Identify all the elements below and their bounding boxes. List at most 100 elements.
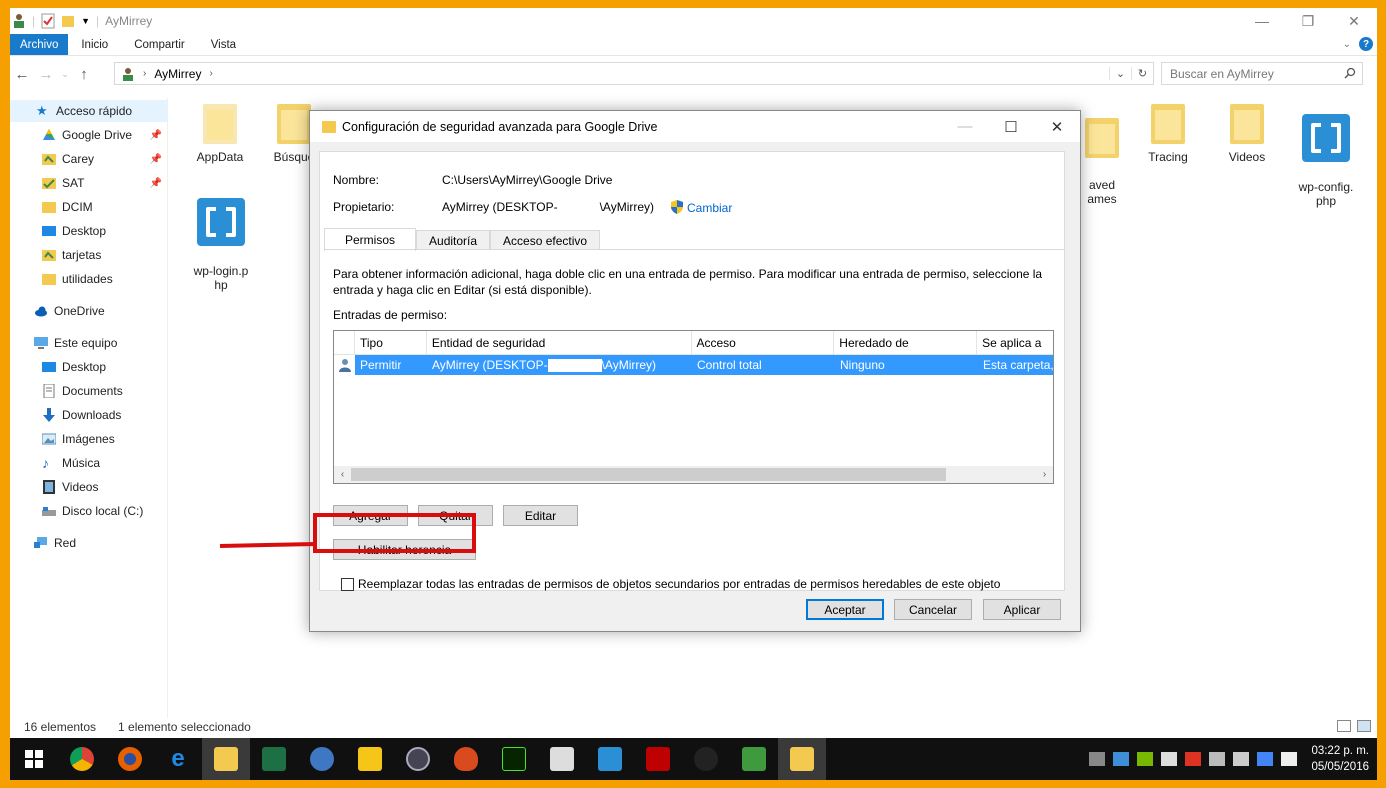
tray-dropbox-icon[interactable] xyxy=(1113,752,1130,766)
tab-auditoria[interactable]: Auditoría xyxy=(416,230,491,250)
taskbar-app-firefox[interactable] xyxy=(106,738,154,780)
checkbox-box[interactable] xyxy=(341,577,354,591)
taskbar-app-explorer[interactable] xyxy=(202,738,250,780)
cancel-button[interactable]: Cancelar xyxy=(894,599,972,620)
properties-icon[interactable] xyxy=(41,13,55,29)
scroll-right-icon[interactable]: › xyxy=(1036,469,1053,480)
forward-icon[interactable]: → xyxy=(34,66,58,83)
sidebar-item-pictures[interactable]: Imágenes xyxy=(42,428,115,450)
file-item-wp-config[interactable]: wp-config. php xyxy=(1294,100,1358,222)
sidebar-item-music[interactable]: ♪ Música xyxy=(42,452,100,474)
sidebar-item-onedrive[interactable]: OneDrive xyxy=(34,300,105,322)
address-dropdown-icon[interactable]: ⌄ xyxy=(1109,67,1131,80)
recent-locations-icon[interactable]: ⌄ xyxy=(58,69,72,80)
tray-nvidia-icon[interactable] xyxy=(1137,752,1154,766)
pin-icon[interactable]: 📌 xyxy=(150,178,162,189)
sidebar-item-pc-desktop[interactable]: Desktop xyxy=(42,356,106,378)
tray-drive-icon[interactable] xyxy=(1257,752,1274,766)
chevron-right-icon[interactable]: › xyxy=(209,68,212,79)
table-row[interactable]: Permitir AyMirrey (DESKTOP- \AyMirrey) Co… xyxy=(334,355,1053,375)
sidebar-item-tarjetas[interactable]: tarjetas xyxy=(42,244,101,266)
up-icon[interactable]: ↑ xyxy=(72,66,96,83)
tray-volume-icon[interactable] xyxy=(1233,752,1250,766)
taskbar-clock[interactable]: 03:22 p. m. 05/05/2016 xyxy=(1311,743,1369,775)
taskbar-app-flame[interactable] xyxy=(442,738,490,780)
sidebar-item-videos[interactable]: Videos xyxy=(42,476,98,498)
new-folder-icon[interactable] xyxy=(61,13,75,29)
dialog-maximize-icon[interactable]: ☐ xyxy=(988,111,1034,142)
taskbar-app-notes[interactable] xyxy=(346,738,394,780)
change-owner-link[interactable]: Cambiar xyxy=(671,200,732,215)
taskbar-app-excel[interactable] xyxy=(250,738,298,780)
tab-inicio[interactable]: Inicio xyxy=(68,34,121,55)
tray-b-app-icon[interactable] xyxy=(1185,752,1202,766)
sidebar-item-utilidades[interactable]: utilidades xyxy=(42,268,113,290)
sidebar-item-network[interactable]: Red xyxy=(34,532,76,554)
taskbar-app-drive-folder[interactable] xyxy=(778,738,826,780)
file-item-appdata[interactable]: AppData xyxy=(188,104,252,164)
file-item-tracing[interactable]: Tracing xyxy=(1136,104,1200,164)
tray-people-icon[interactable] xyxy=(1089,752,1106,766)
chevron-right-icon[interactable]: › xyxy=(143,68,146,79)
sidebar-item-documents[interactable]: Documents xyxy=(42,380,123,402)
sidebar-item-quick-access[interactable]: ★ Acceso rápido xyxy=(10,100,168,122)
taskbar-app-filezilla[interactable] xyxy=(634,738,682,780)
taskbar-app-inkscape[interactable] xyxy=(682,738,730,780)
apply-button[interactable]: Aplicar xyxy=(983,599,1061,620)
sidebar-item-downloads[interactable]: Downloads xyxy=(42,404,121,426)
close-icon[interactable]: ✕ xyxy=(1331,8,1377,34)
sidebar-item-carey[interactable]: Carey 📌 xyxy=(42,148,168,170)
address-bar[interactable]: › AyMirrey › ⌄ ↻ xyxy=(114,62,1154,85)
column-tipo[interactable]: Tipo xyxy=(355,331,427,354)
column-aplica[interactable]: Se aplica a xyxy=(977,331,1053,354)
pin-icon[interactable]: 📌 xyxy=(150,130,162,141)
column-entidad[interactable]: Entidad de seguridad xyxy=(427,331,692,354)
breadcrumb-user[interactable]: AyMirrey xyxy=(154,67,201,81)
refresh-icon[interactable]: ↻ xyxy=(1131,67,1153,80)
details-view-icon[interactable] xyxy=(1337,720,1351,732)
search-input[interactable]: Buscar en AyMirrey xyxy=(1161,62,1363,85)
sidebar-item-dcim[interactable]: DCIM xyxy=(42,196,93,218)
dialog-minimize-icon[interactable]: — xyxy=(942,111,988,142)
tab-archivo[interactable]: Archivo xyxy=(10,34,69,55)
replace-child-permissions-checkbox[interactable]: Reemplazar todas las entradas de permiso… xyxy=(341,577,1000,591)
column-heredado[interactable]: Heredado de xyxy=(834,331,978,354)
tray-battery-icon[interactable] xyxy=(1161,752,1178,766)
customize-toolbar-icon[interactable]: ▼ xyxy=(81,16,90,26)
file-item-wp-login[interactable]: wp-login.p hp xyxy=(189,184,253,306)
file-item-videos[interactable]: Videos xyxy=(1215,104,1279,164)
scroll-left-icon[interactable]: ‹ xyxy=(334,469,351,480)
taskbar-app-thunderbird[interactable] xyxy=(298,738,346,780)
taskbar-app-dreamweaver[interactable] xyxy=(490,738,538,780)
sidebar-item-google-drive[interactable]: Google Drive 📌 xyxy=(42,124,168,146)
dialog-close-icon[interactable]: ✕ xyxy=(1034,111,1080,142)
start-button[interactable] xyxy=(10,738,58,780)
taskbar-app-chrome[interactable] xyxy=(58,738,106,780)
search-icon[interactable] xyxy=(1344,67,1356,79)
tab-acceso-efectivo[interactable]: Acceso efectivo xyxy=(490,230,601,250)
taskbar-app-media[interactable] xyxy=(394,738,442,780)
taskbar-app-brackets[interactable] xyxy=(586,738,634,780)
back-icon[interactable]: ← xyxy=(10,66,34,83)
permission-entries-table[interactable]: Tipo Entidad de seguridad Acceso Heredad… xyxy=(333,330,1054,484)
tab-compartir[interactable]: Compartir xyxy=(121,34,197,55)
edit-button[interactable]: Editar xyxy=(503,505,578,526)
pin-icon[interactable]: 📌 xyxy=(150,154,162,165)
large-icons-view-icon[interactable] xyxy=(1357,720,1371,732)
sidebar-item-this-pc[interactable]: Este equipo xyxy=(34,332,117,354)
horizontal-scrollbar[interactable]: ‹ › xyxy=(334,466,1053,483)
user-folder-icon[interactable] xyxy=(12,13,26,29)
tray-wifi-icon[interactable] xyxy=(1209,752,1226,766)
taskbar-app-calculator[interactable] xyxy=(538,738,586,780)
sidebar-item-sat[interactable]: SAT 📌 xyxy=(42,172,168,194)
sidebar-item-local-disk[interactable]: Disco local (C:) xyxy=(42,500,143,522)
expand-ribbon-icon[interactable]: ⌄ xyxy=(1343,39,1351,50)
scroll-thumb[interactable] xyxy=(351,468,946,481)
tray-notification-icon[interactable] xyxy=(1281,752,1298,766)
tab-permisos[interactable]: Permisos xyxy=(324,228,417,251)
taskbar-app-edge[interactable]: e xyxy=(154,738,202,780)
sidebar-item-desktop[interactable]: Desktop xyxy=(42,220,106,242)
taskbar-app-camtasia[interactable] xyxy=(730,738,778,780)
minimize-icon[interactable]: — xyxy=(1239,8,1285,34)
help-icon[interactable]: ? xyxy=(1359,37,1373,51)
